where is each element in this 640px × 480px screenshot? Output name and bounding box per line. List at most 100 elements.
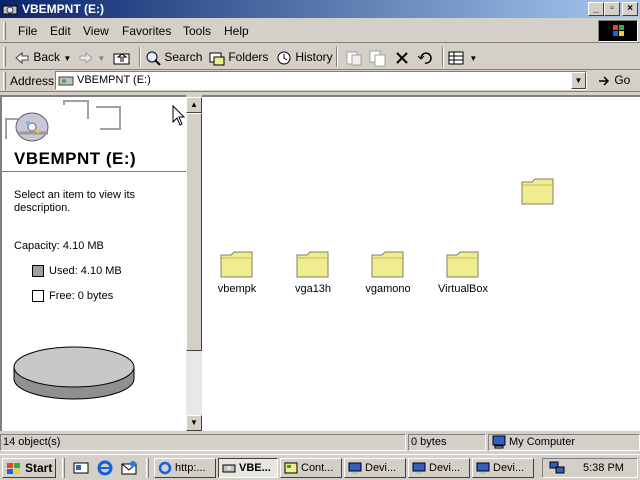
menu-favorites[interactable]: Favorites <box>122 24 171 38</box>
history-label: History <box>295 50 333 64</box>
scroll-thumb[interactable] <box>186 113 202 351</box>
toolbar-separator <box>442 47 444 67</box>
system-tray: 5:38 PM <box>542 458 638 478</box>
status-zone: My Computer <box>488 434 640 451</box>
up-folder-icon <box>113 53 130 65</box>
folder-icon <box>296 251 329 278</box>
taskbar-button-label: VBE... <box>239 462 271 474</box>
folder-item-vbempk[interactable]: vbempk <box>197 250 277 295</box>
internet-explorer-icon[interactable] <box>97 460 113 476</box>
search-label: Search <box>164 50 203 64</box>
status-bar: 14 object(s) 0 bytes My Computer <box>0 432 640 452</box>
delete-button[interactable] <box>394 47 410 67</box>
back-label: Back <box>33 50 61 64</box>
search-button[interactable]: Search <box>145 47 202 67</box>
back-dropdown-icon[interactable]: ▼ <box>63 54 71 63</box>
folder-item[interactable] <box>498 177 578 208</box>
views-dropdown-icon[interactable]: ▼ <box>469 54 477 63</box>
standard-toolbar: Back ▼ ▼ Search Folders History ▼ <box>0 44 640 70</box>
taskbar-button-device-3[interactable]: Devi... <box>472 458 534 478</box>
used-swatch <box>32 265 44 277</box>
delete-x-icon <box>396 52 408 64</box>
folders-icon <box>209 52 225 66</box>
control-panel-icon <box>284 462 298 474</box>
title-bar: VBEMPNT (E:) _ ▫ × <box>0 0 640 18</box>
maximize-button[interactable]: ▫ <box>604 2 620 16</box>
toolbar-separator <box>139 47 141 67</box>
folder-item-virtualbox[interactable]: VirtualBox <box>423 250 503 295</box>
folder-icon <box>220 251 253 278</box>
tasks-grip <box>146 458 149 478</box>
folder-icon <box>371 251 404 278</box>
scroll-down-button[interactable]: ▼ <box>186 415 202 431</box>
up-button[interactable] <box>113 47 131 67</box>
file-list-view[interactable]: vbempk vga13h vgamono VirtualBox <box>172 95 640 431</box>
go-label: Go <box>614 73 631 87</box>
address-input[interactable]: VBEMPNT (E:) ▼ <box>55 71 587 90</box>
capacity-text: Capacity: 4.10 MB <box>14 240 104 252</box>
views-button[interactable]: ▼ <box>448 47 477 67</box>
taskbar-button-label: Devi... <box>365 462 397 474</box>
back-button[interactable]: Back ▼ <box>14 47 71 67</box>
mouse-cursor-icon <box>172 105 186 126</box>
forward-button[interactable]: ▼ <box>78 47 105 67</box>
taskbar: Start http:... VBE... Cont... Devi... De… <box>0 454 640 480</box>
menu-help[interactable]: Help <box>224 24 249 38</box>
toolbar-separator <box>336 47 338 67</box>
taskbar-button-device-1[interactable]: Devi... <box>344 458 406 478</box>
address-dropdown-button[interactable]: ▼ <box>571 72 586 89</box>
taskbar-button-control-panel[interactable]: Cont... <box>280 458 342 478</box>
copy-to-button[interactable] <box>369 47 387 67</box>
status-size: 0 bytes <box>408 434 486 451</box>
quicklaunch-grip <box>62 458 65 478</box>
folders-button[interactable]: Folders <box>209 47 268 67</box>
drive-icon <box>222 464 236 473</box>
windows-logo <box>598 20 638 42</box>
window-title: VBEMPNT (E:) <box>22 2 104 16</box>
menu-bar: File Edit View Favorites Tools Help <box>0 19 640 43</box>
left-info-pane: VBEMPNT (E:) Select an item to view its … <box>0 95 186 431</box>
folder-item-vga13h[interactable]: vga13h <box>273 250 353 295</box>
clock[interactable]: 5:38 PM <box>583 462 624 474</box>
scroll-up-button[interactable]: ▲ <box>186 97 202 113</box>
menu-grip <box>3 22 6 40</box>
start-button[interactable]: Start <box>2 458 56 478</box>
forward-arrow-icon <box>79 51 93 64</box>
windows-flag-icon <box>7 463 20 474</box>
start-label: Start <box>25 461 53 475</box>
internet-explorer-icon <box>158 461 172 475</box>
copy-to-icon <box>369 50 386 67</box>
folder-item-vgamono[interactable]: vgamono <box>348 250 428 295</box>
close-button[interactable]: × <box>622 2 638 16</box>
menu-tools[interactable]: Tools <box>183 24 211 38</box>
menu-edit[interactable]: Edit <box>50 24 71 38</box>
folder-icon <box>446 251 479 278</box>
outlook-express-icon[interactable] <box>121 460 137 476</box>
menu-view[interactable]: View <box>83 24 109 38</box>
taskbar-button-vbempnt[interactable]: VBE... <box>218 458 278 478</box>
folder-label: vbempk <box>217 283 257 295</box>
free-text: Free: 0 bytes <box>49 290 114 302</box>
taskbar-button-device-2[interactable]: Devi... <box>408 458 470 478</box>
network-tray-icon[interactable] <box>548 460 566 476</box>
used-text: Used: 4.10 MB <box>49 265 122 277</box>
menu-file[interactable]: File <box>18 24 37 38</box>
folder-icon <box>521 178 554 205</box>
go-button[interactable]: Go <box>597 73 630 88</box>
history-button[interactable]: History <box>276 47 333 67</box>
minimize-button[interactable]: _ <box>588 2 604 16</box>
status-object-count: 14 object(s) <box>0 434 406 451</box>
taskbar-button-label: Cont... <box>301 462 334 474</box>
taskbar-button-http[interactable]: http:... <box>154 458 216 478</box>
back-arrow-icon <box>15 51 29 64</box>
folders-label: Folders <box>228 50 269 64</box>
pane-description: Select an item to view its description. <box>14 189 136 214</box>
go-arrow-icon <box>599 76 610 86</box>
undo-button[interactable] <box>417 47 435 67</box>
drive-icon <box>58 76 74 86</box>
show-desktop-icon[interactable] <box>73 460 89 476</box>
forward-dropdown-icon[interactable]: ▼ <box>97 54 105 63</box>
taskbar-button-label: http:... <box>175 462 206 474</box>
undo-icon <box>417 52 432 64</box>
move-to-button[interactable] <box>345 47 363 67</box>
